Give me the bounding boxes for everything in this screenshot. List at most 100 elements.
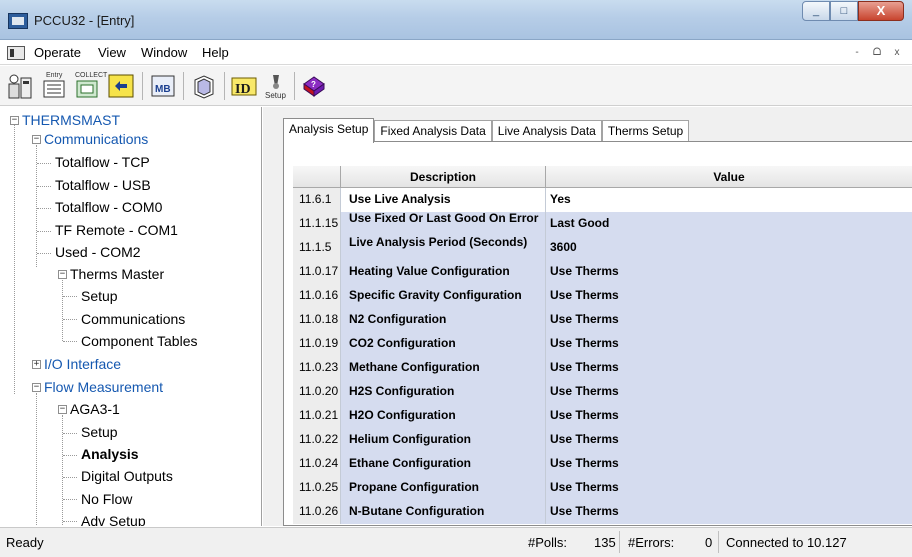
tree-item-thermsmast[interactable]: THERMSMAST (22, 112, 120, 128)
tab-strip: Analysis Setup Fixed Analysis Data Live … (283, 118, 690, 143)
column-header-description[interactable]: Description (341, 166, 546, 188)
tree-item-digital-outputs[interactable]: Digital Outputs (81, 468, 173, 484)
tab-fixed-analysis-data[interactable]: Fixed Analysis Data (374, 120, 492, 142)
mdi-close-button[interactable]: x (888, 44, 906, 62)
maximize-button[interactable]: □ (830, 1, 858, 21)
table-row[interactable]: 11.0.21 H2O Configuration Use Therms (293, 404, 912, 428)
table-row[interactable]: 11.0.20 H2S Configuration Use Therms (293, 380, 912, 404)
row-number: 11.0.25 (293, 476, 341, 500)
collapse-toggle[interactable]: − (32, 383, 41, 392)
row-value[interactable]: Use Therms (546, 380, 912, 404)
tree-item-tf-remote-com1[interactable]: TF Remote - COM1 (55, 222, 178, 238)
tree-item-no-flow[interactable]: No Flow (81, 491, 132, 507)
row-value[interactable]: Use Therms (546, 428, 912, 452)
table-row[interactable]: 11.0.26 N-Butane Configuration Use Therm… (293, 500, 912, 524)
row-value[interactable]: Use Therms (546, 308, 912, 332)
table-row[interactable]: 11.0.23 Methane Configuration Use Therms (293, 356, 912, 380)
menu-view[interactable]: View (98, 45, 126, 60)
tree-item-component-tables[interactable]: Component Tables (81, 333, 197, 349)
expand-toggle[interactable]: + (32, 360, 41, 369)
row-number: 11.0.20 (293, 380, 341, 404)
row-description: H2O Configuration (341, 404, 546, 428)
connection-status: Connected to 10.127 (726, 535, 847, 550)
close-button[interactable]: X (858, 1, 904, 21)
errors-value: 0 (705, 535, 713, 550)
row-value[interactable]: Use Therms (546, 284, 912, 308)
tab-live-analysis-data[interactable]: Live Analysis Data (491, 120, 602, 142)
row-value[interactable]: Use Therms (546, 332, 912, 356)
setup-icon[interactable]: Setup (262, 72, 290, 100)
row-value[interactable]: Use Therms (546, 476, 912, 500)
mdi-restore-button[interactable]: ᗝ (868, 44, 886, 62)
row-value[interactable]: Use Therms (546, 260, 912, 284)
row-value[interactable]: Use Therms (546, 452, 912, 476)
tree-item-totalflow-com0[interactable]: Totalflow - COM0 (55, 199, 162, 215)
row-value[interactable]: Use Therms (546, 404, 912, 428)
tree-item-setup[interactable]: Setup (81, 288, 118, 304)
row-number: 11.0.26 (293, 500, 341, 524)
modbus-icon[interactable]: MB (149, 72, 177, 100)
table-row[interactable]: 11.0.19 CO2 Configuration Use Therms (293, 332, 912, 356)
row-description: N2 Configuration (341, 308, 546, 332)
entry-icon[interactable]: Entry (40, 72, 68, 100)
status-bar: Ready #Polls: 135 #Errors: 0 Connected t… (0, 527, 912, 557)
row-value[interactable]: 3600 (546, 236, 912, 260)
tree-item-aga3-1[interactable]: AGA3-1 (70, 401, 120, 417)
menu-operate[interactable]: Operate (34, 45, 81, 60)
mdi-controls: - ᗝ x (848, 44, 906, 62)
operator-icon[interactable] (6, 72, 34, 100)
tree-item-aga-setup[interactable]: Setup (81, 424, 118, 440)
tree-connector (62, 277, 63, 341)
collapse-toggle[interactable]: − (58, 270, 67, 279)
document-menu-icon[interactable] (7, 46, 25, 60)
row-number: 11.0.22 (293, 428, 341, 452)
collapse-toggle[interactable]: − (32, 135, 41, 144)
svg-text:ID: ID (235, 82, 251, 97)
column-header-value[interactable]: Value (546, 166, 912, 188)
status-ready: Ready (6, 535, 44, 550)
row-value[interactable]: Last Good (546, 212, 912, 236)
help-icon[interactable]: ? (300, 72, 328, 100)
collapse-toggle[interactable]: − (10, 116, 19, 125)
refresh-icon[interactable] (107, 72, 135, 100)
collapse-toggle[interactable]: − (58, 405, 67, 414)
row-description: Specific Gravity Configuration (341, 284, 546, 308)
tree-item-analysis[interactable]: Analysis (81, 446, 139, 462)
table-row[interactable]: 11.1.5 Live Analysis Period (Seconds) 36… (293, 236, 912, 260)
table-row[interactable]: 11.0.17 Heating Value Configuration Use … (293, 260, 912, 284)
table-row[interactable]: 11.0.18 N2 Configuration Use Therms (293, 308, 912, 332)
tree-item-io-interface[interactable]: I/O Interface (44, 356, 121, 372)
table-row[interactable]: 11.0.24 Ethane Configuration Use Therms (293, 452, 912, 476)
row-value[interactable]: Use Therms (546, 500, 912, 524)
tree-item-totalflow-usb[interactable]: Totalflow - USB (55, 177, 151, 193)
tree-item-therms-master[interactable]: Therms Master (70, 266, 164, 282)
tab-therms-setup[interactable]: Therms Setup (601, 120, 690, 142)
table-row[interactable]: 11.1.15 Use Fixed Or Last Good On Error … (293, 212, 912, 236)
book-icon[interactable] (190, 72, 218, 100)
app-icon (8, 13, 28, 29)
toolbar-separator (294, 72, 295, 100)
tree-item-communications[interactable]: Communications (44, 131, 148, 147)
collect-icon[interactable]: COLLECT (73, 72, 107, 100)
window-title: PCCU32 - [Entry] (34, 13, 135, 28)
row-value[interactable]: Yes (546, 188, 912, 212)
row-description: Heating Value Configuration (341, 260, 546, 284)
menu-window[interactable]: Window (141, 45, 187, 60)
tree-item-totalflow-tcp[interactable]: Totalflow - TCP (55, 154, 150, 170)
row-number: 11.1.15 (293, 212, 341, 236)
tree-item-used-com2[interactable]: Used - COM2 (55, 244, 141, 260)
minimize-button[interactable]: _ (802, 1, 830, 21)
menu-help[interactable]: Help (202, 45, 229, 60)
tree-item-communications-sub[interactable]: Communications (81, 311, 185, 327)
table-row[interactable]: 11.0.22 Helium Configuration Use Therms (293, 428, 912, 452)
id-icon[interactable]: ID (230, 72, 258, 100)
table-row[interactable]: 11.0.25 Propane Configuration Use Therms (293, 476, 912, 500)
mdi-minimize-button[interactable]: - (848, 44, 866, 62)
tab-analysis-setup[interactable]: Analysis Setup (283, 118, 375, 143)
row-value[interactable]: Use Therms (546, 356, 912, 380)
table-row[interactable]: 11.6.1 Use Live Analysis Yes (293, 188, 912, 212)
table-row[interactable]: 11.0.16 Specific Gravity Configuration U… (293, 284, 912, 308)
row-description: Use Fixed Or Last Good On Error (341, 212, 546, 236)
tree-item-flow-measurement[interactable]: Flow Measurement (44, 379, 163, 395)
tree-item-adv-setup[interactable]: Adv Setup (81, 513, 146, 526)
